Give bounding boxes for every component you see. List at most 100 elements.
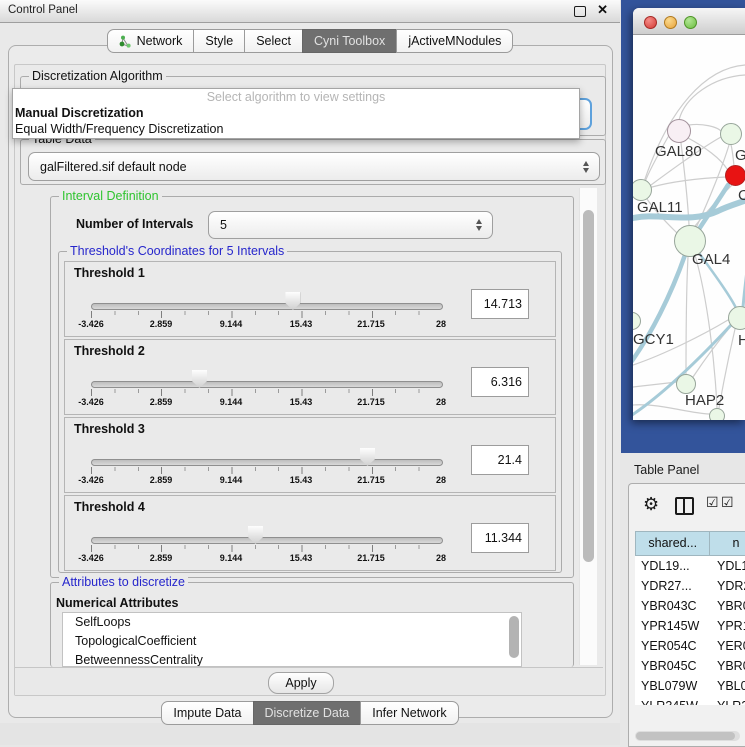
panel-title: Control Panel	[8, 4, 78, 16]
network-node-ga[interactable]	[720, 123, 742, 145]
network-window-titlebar[interactable]	[633, 8, 745, 35]
tab-cyni-toolbox[interactable]: Cyni Toolbox	[302, 29, 397, 53]
threshold-4-panel: Threshold 4 -3.4262.8599.14415.4321.7152…	[64, 495, 556, 571]
threshold-3-slider-thumb[interactable]	[360, 448, 375, 466]
node-label-gal11: GAL11	[637, 199, 683, 216]
float-window-icon[interactable]	[574, 6, 586, 17]
slider-scale-labels: -3.4262.8599.14415.4321.71528	[91, 553, 441, 564]
scrollbar-thumb[interactable]	[583, 210, 594, 562]
table-panel-body: ⚙ ☑ ☑ shared... n YDL19...YDL1 YDR27...Y…	[628, 483, 745, 747]
interval-definition-title: Interval Definition	[59, 189, 162, 203]
algorithm-option-equal-width[interactable]: Equal Width/Frequency Discretization	[13, 122, 579, 138]
checkbox-icon[interactable]: ☑	[706, 494, 719, 511]
tab-jactivemnodules[interactable]: jActiveMNodules	[396, 29, 513, 53]
slider-ticks	[91, 467, 442, 474]
threshold-4-value-field[interactable]: 11.344	[471, 523, 529, 553]
slider-scale-labels: -3.4262.8599.14415.4321.71528	[91, 397, 441, 408]
table-data-value: galFiltered.sif default node	[40, 160, 187, 174]
slider-scale-labels: -3.4262.8599.14415.4321.71528	[91, 319, 441, 330]
algorithm-placeholder: Select algorithm to view settings	[13, 89, 579, 106]
list-item[interactable]: BetweennessCentrality	[63, 651, 521, 667]
node-table: shared... n YDL19...YDL1 YDR27...YDR2 YB…	[635, 531, 745, 731]
bottom-tab-bar: Impute Data Discretize Data Infer Networ…	[0, 701, 620, 725]
table-row[interactable]: YDR27...YDR2	[635, 576, 745, 596]
attributes-list[interactable]: SelfLoops TopologicalCoefficient Between…	[62, 612, 522, 667]
network-node-hap2[interactable]	[676, 374, 696, 394]
table-row[interactable]: YBL079WYBL0	[635, 676, 745, 696]
tab-infer-network[interactable]: Infer Network	[360, 701, 458, 725]
threshold-4-label: Threshold 4	[74, 500, 145, 514]
network-node-gal80[interactable]	[667, 119, 691, 143]
table-row[interactable]: YBR045CYBR0	[635, 656, 745, 676]
threshold-2-label: Threshold 2	[74, 344, 145, 358]
node-label-hap2: HAP2	[685, 392, 724, 409]
node-label-h: H	[738, 332, 745, 349]
tab-style[interactable]: Style	[193, 29, 245, 53]
network-canvas[interactable]: GAL80 GA C GAL11 GAL4 GCY1 H HAP2	[633, 35, 745, 420]
threshold-1-label: Threshold 1	[74, 266, 145, 280]
algorithm-group-title: Discretization Algorithm	[29, 69, 166, 83]
network-view-window: GAL80 GA C GAL11 GAL4 GCY1 H HAP2	[633, 8, 745, 420]
scrollbar-thumb[interactable]	[636, 732, 735, 740]
network-node-bottom[interactable]	[709, 408, 725, 420]
table-row[interactable]: YPR145WYPR1	[635, 616, 745, 636]
slider-ticks	[91, 311, 442, 318]
control-panel-titlebar: Control Panel ✕	[0, 0, 620, 23]
slider-scale-labels: -3.4262.8599.14415.4321.71528	[91, 475, 441, 486]
table-panel: Table Panel ⚙ ☑ ☑ shared... n YDL19...YD…	[621, 453, 745, 745]
algorithm-dropdown-popup: Select algorithm to view settings Manual…	[12, 88, 580, 139]
table-row[interactable]: YER054CYER0	[635, 636, 745, 656]
checkbox-icon[interactable]: ☑	[721, 494, 734, 511]
tab-select[interactable]: Select	[244, 29, 303, 53]
list-item[interactable]: SelfLoops	[63, 613, 521, 632]
table-rows: YDL19...YDL1 YDR27...YDR2 YBR043CYBR0 YP…	[635, 556, 745, 705]
node-label-gal80: GAL80	[655, 143, 702, 160]
column-header-name[interactable]: n	[710, 532, 745, 555]
threshold-1-value-field[interactable]: 14.713	[471, 289, 529, 319]
stepper-icon	[476, 219, 483, 231]
threshold-1-slider-thumb[interactable]	[285, 292, 300, 310]
tab-network[interactable]: Network	[107, 29, 195, 53]
close-icon[interactable]: ✕	[597, 2, 608, 18]
table-row[interactable]: YLR345WYLR3	[635, 696, 745, 705]
table-horizontal-scrollbar[interactable]	[635, 731, 740, 741]
button-bar: Apply	[15, 667, 603, 695]
num-intervals-value: 5	[220, 218, 227, 232]
slider-ticks	[91, 545, 442, 552]
slider-ticks	[91, 389, 442, 396]
table-row[interactable]: YDL19...YDL1	[635, 556, 745, 576]
threshold-2-panel: Threshold 2 -3.4262.8599.14415.4321.7152…	[64, 339, 556, 415]
tab-discretize-data[interactable]: Discretize Data	[253, 701, 362, 725]
node-label-gcy1: GCY1	[633, 331, 674, 348]
threshold-1-panel: Threshold 1 -3.4262.8599.14415.4321.7152…	[64, 261, 556, 337]
table-header-row: shared... n	[635, 531, 745, 556]
tab-impute-data[interactable]: Impute Data	[161, 701, 253, 725]
threshold-4-slider-thumb[interactable]	[248, 526, 263, 544]
num-intervals-label: Number of Intervals	[76, 217, 193, 231]
network-node-red[interactable]	[725, 165, 745, 186]
top-tab-bar: Network Style Select Cyni Toolbox jActiv…	[0, 29, 620, 53]
table-row[interactable]: YBR043CYBR0	[635, 596, 745, 616]
attributes-list-scrollbar[interactable]	[509, 616, 519, 658]
network-node-h[interactable]	[728, 306, 745, 330]
gear-icon[interactable]: ⚙	[643, 494, 659, 515]
tab-label: Network	[137, 33, 183, 49]
split-view-icon[interactable]	[675, 497, 694, 515]
close-traffic-light-icon[interactable]	[644, 16, 657, 29]
table-panel-title: Table Panel	[634, 463, 699, 477]
column-header-shared[interactable]: shared...	[636, 532, 710, 555]
minimize-traffic-light-icon[interactable]	[664, 16, 677, 29]
threshold-2-slider-thumb[interactable]	[192, 370, 207, 388]
threshold-3-value-field[interactable]: 21.4	[471, 445, 529, 475]
list-item[interactable]: TopologicalCoefficient	[63, 632, 521, 651]
node-label-gal4: GAL4	[692, 251, 730, 268]
num-intervals-combobox[interactable]: 5	[208, 211, 493, 239]
settings-scrollbar[interactable]	[579, 188, 597, 665]
zoom-traffic-light-icon[interactable]	[684, 16, 697, 29]
apply-button[interactable]: Apply	[268, 672, 334, 694]
table-data-combobox[interactable]: galFiltered.sif default node	[28, 152, 600, 181]
threshold-3-panel: Threshold 3 -3.4262.8599.14415.4321.7152…	[64, 417, 556, 493]
algorithm-option-manual[interactable]: Manual Discretization	[13, 106, 579, 122]
threshold-2-value-field[interactable]: 6.316	[471, 367, 529, 397]
numerical-attributes-label: Numerical Attributes	[56, 596, 178, 610]
